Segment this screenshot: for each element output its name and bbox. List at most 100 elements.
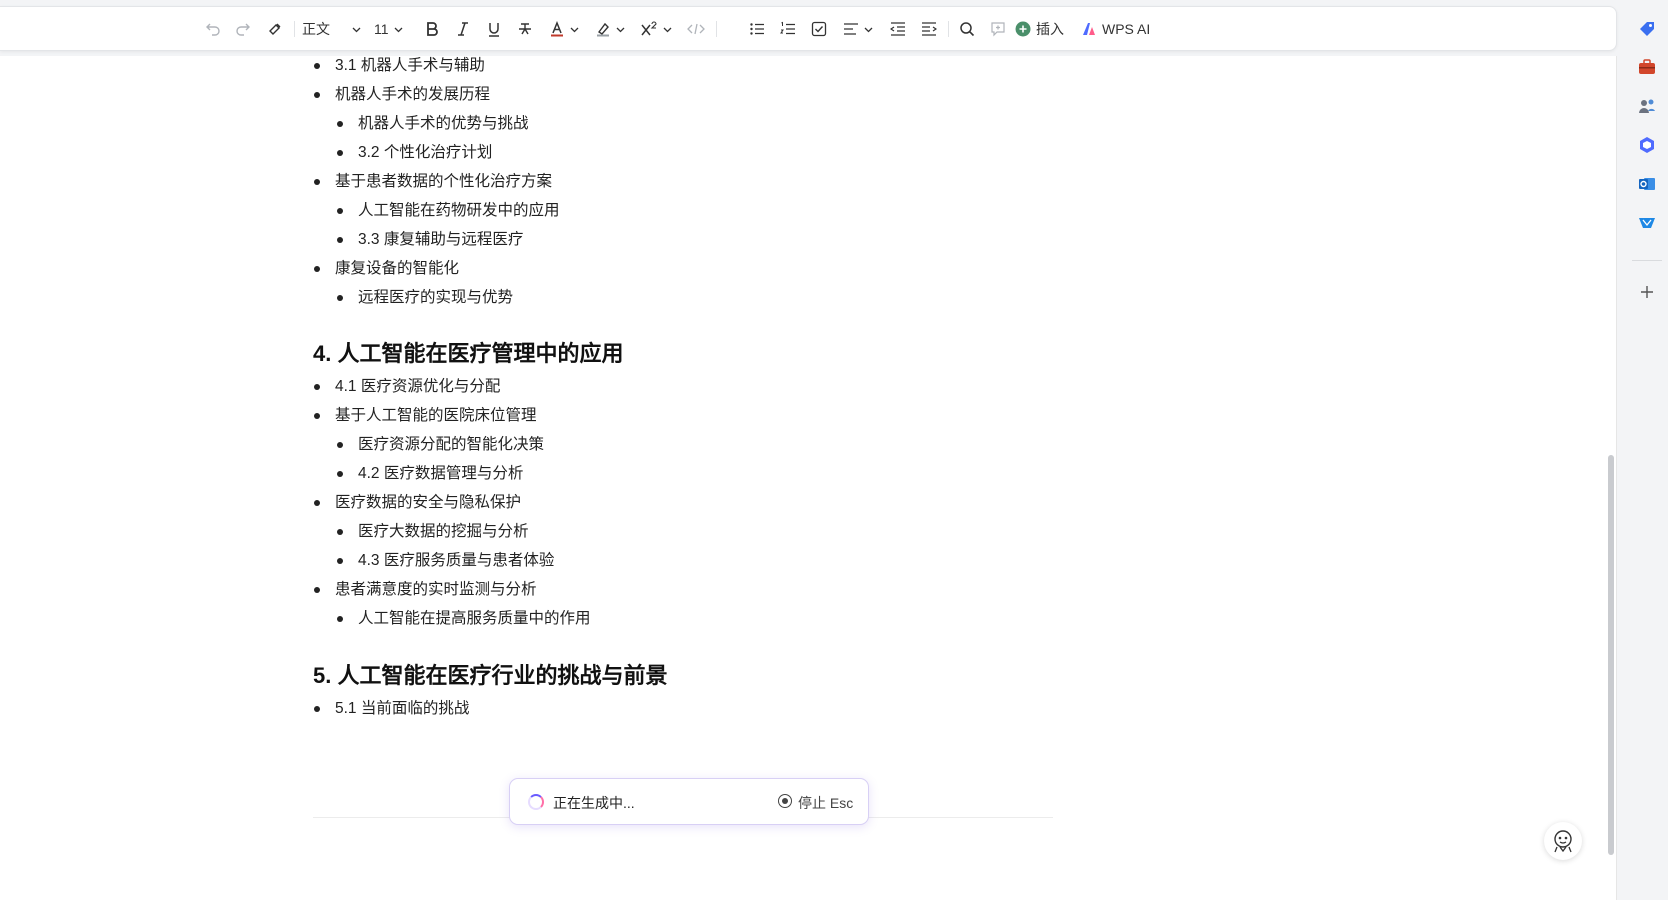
align-left-icon	[844, 23, 858, 35]
list-item[interactable]: 患者满意度的实时监测与分析	[314, 580, 537, 600]
ai-generating-toast: 正在生成中... 停止 Esc	[509, 778, 869, 825]
toolbar-divider	[294, 21, 295, 37]
wps-ai-button[interactable]: WPS AI	[1081, 16, 1159, 42]
indent-icon	[922, 22, 937, 36]
list-item[interactable]: 医疗大数据的挖掘与分析	[337, 522, 529, 542]
underline-icon	[489, 23, 499, 37]
cube-icon	[1640, 137, 1654, 153]
redo-button[interactable]	[230, 16, 256, 42]
font-color-icon	[551, 21, 563, 37]
assistant-button[interactable]	[1544, 822, 1582, 860]
outlook-icon	[1639, 178, 1655, 190]
toolbox-icon	[1639, 59, 1655, 74]
bullet-list-button[interactable]	[745, 16, 769, 42]
plus-circle-icon	[1015, 21, 1031, 37]
chevron-down-icon	[864, 27, 873, 32]
plus-icon	[1641, 286, 1653, 298]
chevron-down-icon	[394, 27, 403, 32]
list-item[interactable]: 3.3 康复辅助与远程医疗	[336, 230, 523, 250]
editor-toolbar: 正文 11 插入 WPS AI	[0, 6, 1617, 51]
font-color-button[interactable]	[544, 16, 584, 42]
list-item[interactable]: 医疗资源分配的智能化决策	[336, 435, 544, 455]
send-icon	[1639, 218, 1655, 228]
list-item[interactable]: 基于患者数据的个性化治疗方案	[313, 172, 552, 192]
search-icon	[960, 22, 975, 37]
list-item[interactable]: 4.1 医疗资源优化与分配	[313, 377, 500, 397]
italic-icon	[458, 22, 468, 36]
insert-label: 插入	[1036, 21, 1064, 37]
checkbox-icon	[811, 21, 827, 37]
bold-button[interactable]	[420, 16, 444, 42]
stop-icon	[778, 794, 792, 808]
format-painter-button[interactable]	[262, 16, 288, 42]
wps-ai-logo-icon	[1083, 23, 1095, 35]
generating-status: 正在生成中...	[553, 795, 635, 811]
highlighter-icon	[597, 22, 609, 37]
sidebar-cube-button[interactable]	[1638, 136, 1656, 154]
document-page[interactable]: 3.1 机器人手术与辅助 机器人手术的发展历程 机器人手术的优势与挑战 3.2 …	[0, 56, 1617, 900]
search-button[interactable]	[955, 16, 979, 42]
outdent-icon	[890, 22, 905, 36]
vertical-scrollbar[interactable]	[1608, 455, 1614, 855]
loading-spinner-icon	[528, 794, 544, 810]
section-heading[interactable]: 5. 人工智能在医疗行业的挑战与前景	[313, 658, 667, 690]
chevron-down-icon	[663, 27, 672, 32]
list-item[interactable]: 3.1 机器人手术与辅助	[314, 56, 485, 76]
sidebar-outlook-button[interactable]	[1638, 175, 1656, 193]
bullet-list-icon	[750, 23, 764, 35]
tag-icon	[1640, 22, 1654, 36]
italic-button[interactable]	[451, 16, 475, 42]
numbered-list-button[interactable]	[776, 16, 800, 42]
list-item[interactable]: 医疗数据的安全与隐私保护	[313, 493, 521, 513]
font-size-select[interactable]: 11	[374, 16, 416, 42]
highlight-button[interactable]	[590, 16, 630, 42]
toolbar-divider	[948, 21, 949, 37]
list-item[interactable]: 人工智能在药物研发中的应用	[337, 201, 560, 221]
indent-button[interactable]	[917, 16, 941, 42]
sidebar-tag-button[interactable]	[1638, 20, 1656, 38]
comment-icon	[991, 22, 1005, 37]
outdent-button[interactable]	[886, 16, 910, 42]
wps-ai-label: WPS AI	[1102, 21, 1151, 37]
list-item[interactable]: 机器人手术的优势与挑战	[337, 114, 529, 134]
sidebar-people-button[interactable]	[1638, 97, 1656, 115]
list-item[interactable]: 人工智能在提高服务质量中的作用	[337, 609, 591, 629]
list-item[interactable]: 机器人手术的发展历程	[313, 85, 490, 105]
superscript-button[interactable]	[636, 16, 676, 42]
list-item[interactable]: 4.2 医疗数据管理与分析	[336, 464, 523, 484]
sidebar-divider	[1632, 260, 1662, 261]
undo-icon	[206, 23, 220, 36]
code-button[interactable]	[684, 16, 708, 42]
checklist-button[interactable]	[807, 16, 831, 42]
list-item[interactable]: 5.1 当前面临的挑战	[313, 699, 469, 719]
right-sidebar	[1626, 0, 1668, 900]
robot-assistant-icon	[1554, 830, 1572, 853]
list-item[interactable]: 远程医疗的实现与优势	[336, 288, 513, 308]
insert-button[interactable]: 插入	[1015, 16, 1073, 42]
code-icon	[687, 23, 705, 35]
chevron-down-icon	[352, 27, 361, 32]
paragraph-style-value: 正文	[302, 21, 330, 37]
numbered-list-icon	[780, 21, 795, 35]
sidebar-send-button[interactable]	[1638, 214, 1656, 232]
bold-icon	[427, 22, 438, 36]
strikethrough-icon	[519, 23, 531, 35]
list-item[interactable]: 4.3 医疗服务质量与患者体验	[336, 551, 554, 571]
sidebar-add-button[interactable]	[1638, 283, 1656, 301]
chevron-down-icon	[616, 27, 625, 32]
chevron-down-icon	[570, 27, 579, 32]
section-heading[interactable]: 4. 人工智能在医疗管理中的应用	[313, 336, 623, 368]
comment-button[interactable]	[986, 16, 1010, 42]
undo-button[interactable]	[200, 16, 226, 42]
strikethrough-button[interactable]	[513, 16, 537, 42]
paragraph-style-select[interactable]: 正文	[302, 16, 364, 42]
toolbar-divider	[716, 21, 717, 37]
sidebar-toolbox-button[interactable]	[1638, 58, 1656, 76]
list-item[interactable]: 康复设备的智能化	[313, 259, 459, 279]
list-item[interactable]: 基于人工智能的医院床位管理	[314, 406, 537, 426]
align-button[interactable]	[838, 16, 878, 42]
list-item[interactable]: 3.2 个性化治疗计划	[336, 143, 492, 163]
redo-icon	[236, 23, 250, 36]
format-painter-icon	[269, 23, 281, 35]
underline-button[interactable]	[482, 16, 506, 42]
